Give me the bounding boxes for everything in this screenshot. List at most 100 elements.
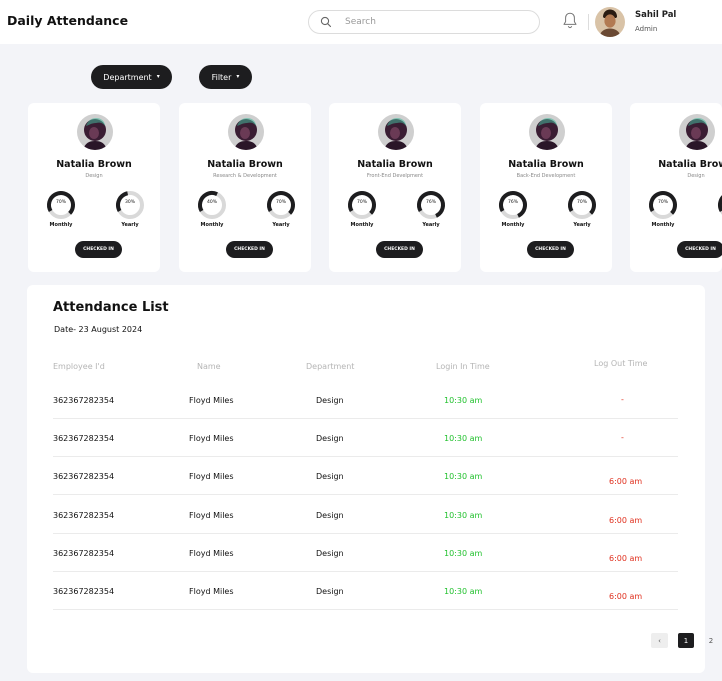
logout-time-cell: 6:00 am xyxy=(609,477,643,486)
bell-icon[interactable] xyxy=(562,11,578,30)
user-role: Admin xyxy=(635,25,658,33)
name-cell: Floyd Miles xyxy=(189,396,234,405)
yearly-progress-ring: 76% xyxy=(415,189,447,221)
employee-photo xyxy=(679,114,715,150)
page-title: Daily Attendance xyxy=(7,13,129,28)
monthly-percent: 70% xyxy=(356,200,367,205)
top-bar: Daily Attendance Sahil Pal Admin xyxy=(0,0,722,44)
filter-label: Filter xyxy=(211,72,232,82)
column-header-name: Name xyxy=(197,362,221,371)
checked-in-button[interactable]: CHECKED IN xyxy=(75,241,122,258)
employee-name: Natalia Brown xyxy=(56,159,132,170)
employee-card[interactable]: Natalia Brown Design 70% 30% Monthly Yearly CH… xyxy=(28,103,160,272)
login-time-cell: 10:30 am xyxy=(444,434,483,443)
employee-id-cell: 362367282354 xyxy=(53,511,115,520)
monthly-percent: 40% xyxy=(206,200,217,205)
login-time-cell: 10:30 am xyxy=(444,472,483,481)
yearly-label: Yearly xyxy=(573,222,591,228)
monthly-progress-ring: 70% xyxy=(647,189,679,221)
monthly-label: Monthly xyxy=(49,222,73,228)
yearly-label: Yearly xyxy=(121,222,139,228)
department-cell: Design xyxy=(316,511,344,520)
employee-photo xyxy=(228,114,264,150)
employee-id-cell: 362367282354 xyxy=(53,587,115,596)
yearly-progress-ring: 70% xyxy=(566,189,598,221)
user-name: Sahil Pal xyxy=(635,10,677,20)
employee-card[interactable]: Natalia Brown Design 70% Monthly Yearly CHECK… xyxy=(630,103,722,272)
name-cell: Floyd Miles xyxy=(189,472,234,481)
name-cell: Floyd Miles xyxy=(189,549,234,558)
pagination-page-2[interactable]: 2 xyxy=(706,634,716,648)
department-label: Department xyxy=(103,72,152,82)
column-header-department: Department xyxy=(306,362,355,371)
employee-id-cell: 362367282354 xyxy=(53,549,115,558)
department-cell: Design xyxy=(316,587,344,596)
avatar[interactable] xyxy=(595,7,625,37)
employee-photo xyxy=(77,114,113,150)
monthly-progress-ring: 70% xyxy=(45,189,77,221)
logout-time-cell: 6:00 am xyxy=(609,516,643,525)
attendance-panel: Attendance List Date- 23 August 2024 Emp… xyxy=(27,285,713,673)
employee-id-cell: 362367282354 xyxy=(53,396,115,405)
department-cell: Design xyxy=(316,434,344,443)
logout-time-cell: 6:00 am xyxy=(609,592,643,601)
employee-department: Back-End Development xyxy=(516,173,576,179)
employee-card[interactable]: Natalia Brown Back-End Development 76% 70% M… xyxy=(480,103,612,272)
yearly-progress-ring: 70% xyxy=(265,189,297,221)
employee-department: Research & Development xyxy=(213,173,277,179)
table-row[interactable]: 362367282354 Floyd Miles Design 10:30 am - xyxy=(53,419,678,457)
department-dropdown[interactable]: Department ▾ xyxy=(91,65,172,89)
yearly-label: Yearly xyxy=(422,222,440,228)
pagination-page-1[interactable]: 1 xyxy=(678,633,694,648)
employee-name: Natalia Brown xyxy=(658,159,722,170)
login-time-cell: 10:30 am xyxy=(444,511,483,520)
column-header-logout-time: Log Out Time xyxy=(594,359,648,368)
employee-id-cell: 362367282354 xyxy=(53,472,115,481)
column-header-login-time: Login In Time xyxy=(436,362,490,371)
monthly-percent: 70% xyxy=(657,200,668,205)
yearly-percent: 70% xyxy=(576,200,587,205)
table-row[interactable]: 362367282354 Floyd Miles Design 10:30 am - xyxy=(53,381,678,419)
yearly-percent: 30% xyxy=(124,200,135,205)
chevron-down-icon: ▾ xyxy=(156,72,160,80)
employee-name: Natalia Brown xyxy=(357,159,433,170)
filter-dropdown[interactable]: Filter ▾ xyxy=(199,65,252,89)
checked-in-button[interactable]: CHECKED IN xyxy=(677,241,722,258)
pagination-prev-button[interactable]: ‹ xyxy=(651,633,668,648)
search-input[interactable] xyxy=(345,14,530,30)
chevron-down-icon: ▾ xyxy=(236,72,240,80)
table-row[interactable]: 362367282354 Floyd Miles Design 10:30 am 6:0… xyxy=(53,572,678,610)
employee-name: Natalia Brown xyxy=(207,159,283,170)
yearly-label: Yearly xyxy=(716,222,722,228)
yearly-percent: 76% xyxy=(425,200,436,205)
checked-in-button[interactable]: CHECKED IN xyxy=(376,241,423,258)
employee-card[interactable]: Natalia Brown Research & Development 40% 70… xyxy=(179,103,311,272)
login-time-cell: 10:30 am xyxy=(444,549,483,558)
logout-time-cell: - xyxy=(621,395,624,404)
monthly-label: Monthly xyxy=(651,222,675,228)
table-row[interactable]: 362367282354 Floyd Miles Design 10:30 am 6:0… xyxy=(53,534,678,572)
monthly-progress-ring: 70% xyxy=(346,189,378,221)
checked-in-button[interactable]: CHECKED IN xyxy=(226,241,273,258)
divider xyxy=(588,14,589,30)
department-cell: Design xyxy=(316,472,344,481)
attendance-date: Date- 23 August 2024 xyxy=(54,325,143,334)
employee-photo xyxy=(378,114,414,150)
table-row[interactable]: 362367282354 Floyd Miles Design 10:30 am 6:0… xyxy=(53,457,678,495)
employee-id-cell: 362367282354 xyxy=(53,434,115,443)
monthly-percent: 76% xyxy=(507,200,518,205)
department-cell: Design xyxy=(316,549,344,558)
logout-time-cell: - xyxy=(621,433,624,442)
logout-time-cell: 6:00 am xyxy=(609,554,643,563)
search-box[interactable] xyxy=(308,10,540,34)
column-header-employee-id: Employee I'd xyxy=(53,362,105,371)
yearly-progress-ring: 30% xyxy=(114,189,146,221)
attendance-title: Attendance List xyxy=(53,300,169,315)
employee-card[interactable]: Natalia Brown Front-End Develpment 70% 76% M… xyxy=(329,103,461,272)
table-row[interactable]: 362367282354 Floyd Miles Design 10:30 am 6:0… xyxy=(53,496,678,534)
department-cell: Design xyxy=(316,396,344,405)
yearly-percent: 70% xyxy=(275,200,286,205)
monthly-label: Monthly xyxy=(350,222,374,228)
employee-name: Natalia Brown xyxy=(508,159,584,170)
checked-in-button[interactable]: CHECKED IN xyxy=(527,241,574,258)
